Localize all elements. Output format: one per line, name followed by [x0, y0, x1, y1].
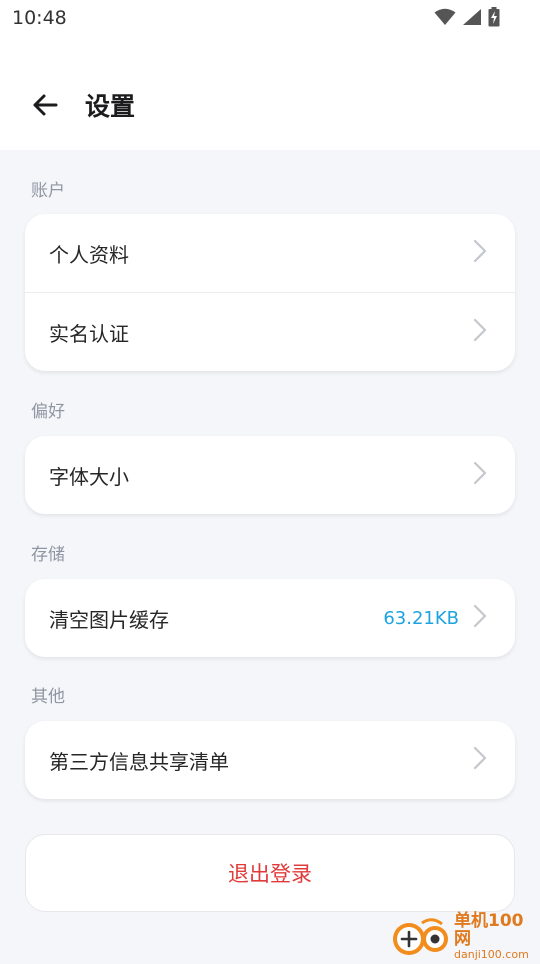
- chevron-right-icon: [473, 239, 487, 267]
- watermark-url: danji100.com: [454, 948, 529, 962]
- status-icons: [434, 7, 500, 31]
- back-button[interactable]: [28, 90, 62, 124]
- row-label: 第三方信息共享清单: [49, 749, 229, 774]
- section-label-account: 账户: [31, 181, 65, 201]
- battery-charging-icon: [488, 7, 500, 31]
- chevron-right-icon: [473, 318, 487, 346]
- wifi-icon: [434, 8, 456, 30]
- logout-button[interactable]: 退出登录: [25, 834, 515, 912]
- other-card: 第三方信息共享清单: [25, 721, 515, 799]
- logout-label: 退出登录: [228, 862, 312, 886]
- real-name-verification-row[interactable]: 实名认证: [25, 292, 515, 371]
- row-label: 实名认证: [49, 321, 129, 346]
- cache-size-value: 63.21KB: [383, 607, 459, 629]
- row-label: 个人资料: [49, 242, 129, 267]
- account-card: 个人资料 实名认证: [25, 214, 515, 371]
- page-title: 设置: [85, 92, 136, 121]
- profile-row[interactable]: 个人资料: [25, 214, 515, 292]
- font-size-row[interactable]: 字体大小: [25, 436, 515, 514]
- row-label: 字体大小: [49, 464, 129, 489]
- section-label-storage: 存储: [31, 545, 65, 565]
- watermark-logo-icon: [392, 914, 452, 960]
- chevron-right-icon: [473, 746, 487, 774]
- clear-image-cache-row[interactable]: 清空图片缓存 63.21KB: [25, 579, 515, 657]
- app-header: 设置: [0, 38, 540, 150]
- status-bar: 10:48: [0, 0, 540, 38]
- arrow-left-icon: [31, 91, 59, 123]
- section-label-other: 其他: [31, 687, 65, 707]
- watermark-text: 单机100网 danji100.com: [454, 911, 540, 962]
- third-party-sharing-list-row[interactable]: 第三方信息共享清单: [25, 721, 515, 799]
- status-time: 10:48: [12, 7, 67, 29]
- chevron-right-icon: [473, 461, 487, 489]
- storage-card: 清空图片缓存 63.21KB: [25, 579, 515, 657]
- chevron-right-icon: [473, 604, 487, 632]
- row-label: 清空图片缓存: [49, 607, 169, 632]
- section-label-preferences: 偏好: [31, 402, 65, 422]
- watermark-name: 单机100网: [454, 911, 524, 950]
- site-watermark: 单机100网 danji100.com: [392, 911, 540, 962]
- signal-icon: [462, 8, 482, 30]
- preferences-card: 字体大小: [25, 436, 515, 514]
